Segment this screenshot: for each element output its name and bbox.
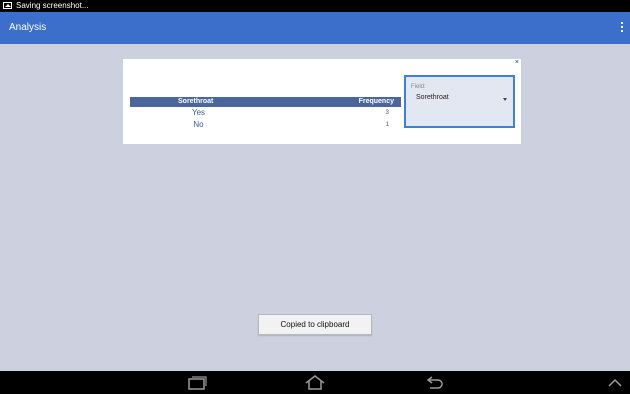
field-selector[interactable]: Field: Sorethroat <box>404 75 515 128</box>
navigation-bar <box>0 371 630 394</box>
analysis-card: × Sorethroat Frequency Yes 3 No 1 Field:… <box>123 59 521 144</box>
field-value: Sorethroat <box>416 94 449 101</box>
row-value: Yes <box>191 108 206 117</box>
page-title: Analysis <box>9 22 47 33</box>
table-row: No 1 <box>130 119 401 131</box>
row-frequency: 1 <box>385 122 389 128</box>
status-bar: Saving screenshot... <box>0 0 630 12</box>
column-header-frequency: Frequency <box>358 98 394 105</box>
field-label: Field: <box>411 84 426 90</box>
column-header-field: Sorethroat <box>178 98 214 105</box>
overflow-menu-icon[interactable] <box>620 22 624 34</box>
toast-message: Copied to clipboard <box>258 314 372 335</box>
frequency-table: Sorethroat Frequency Yes 3 No 1 <box>130 97 401 131</box>
action-bar: Analysis <box>0 12 630 44</box>
notification-text: Saving screenshot... <box>16 1 89 10</box>
image-icon <box>3 2 12 9</box>
dropdown-arrow-icon[interactable] <box>503 98 507 101</box>
home-icon[interactable] <box>303 371 327 394</box>
expand-up-icon[interactable] <box>605 371 625 394</box>
close-icon[interactable]: × <box>515 59 519 67</box>
table-header: Sorethroat Frequency <box>130 97 401 107</box>
row-value: No <box>193 120 204 129</box>
table-row: Yes 3 <box>130 107 401 119</box>
back-icon[interactable] <box>423 371 445 394</box>
row-frequency: 3 <box>385 110 389 116</box>
recent-apps-icon[interactable] <box>186 371 208 394</box>
